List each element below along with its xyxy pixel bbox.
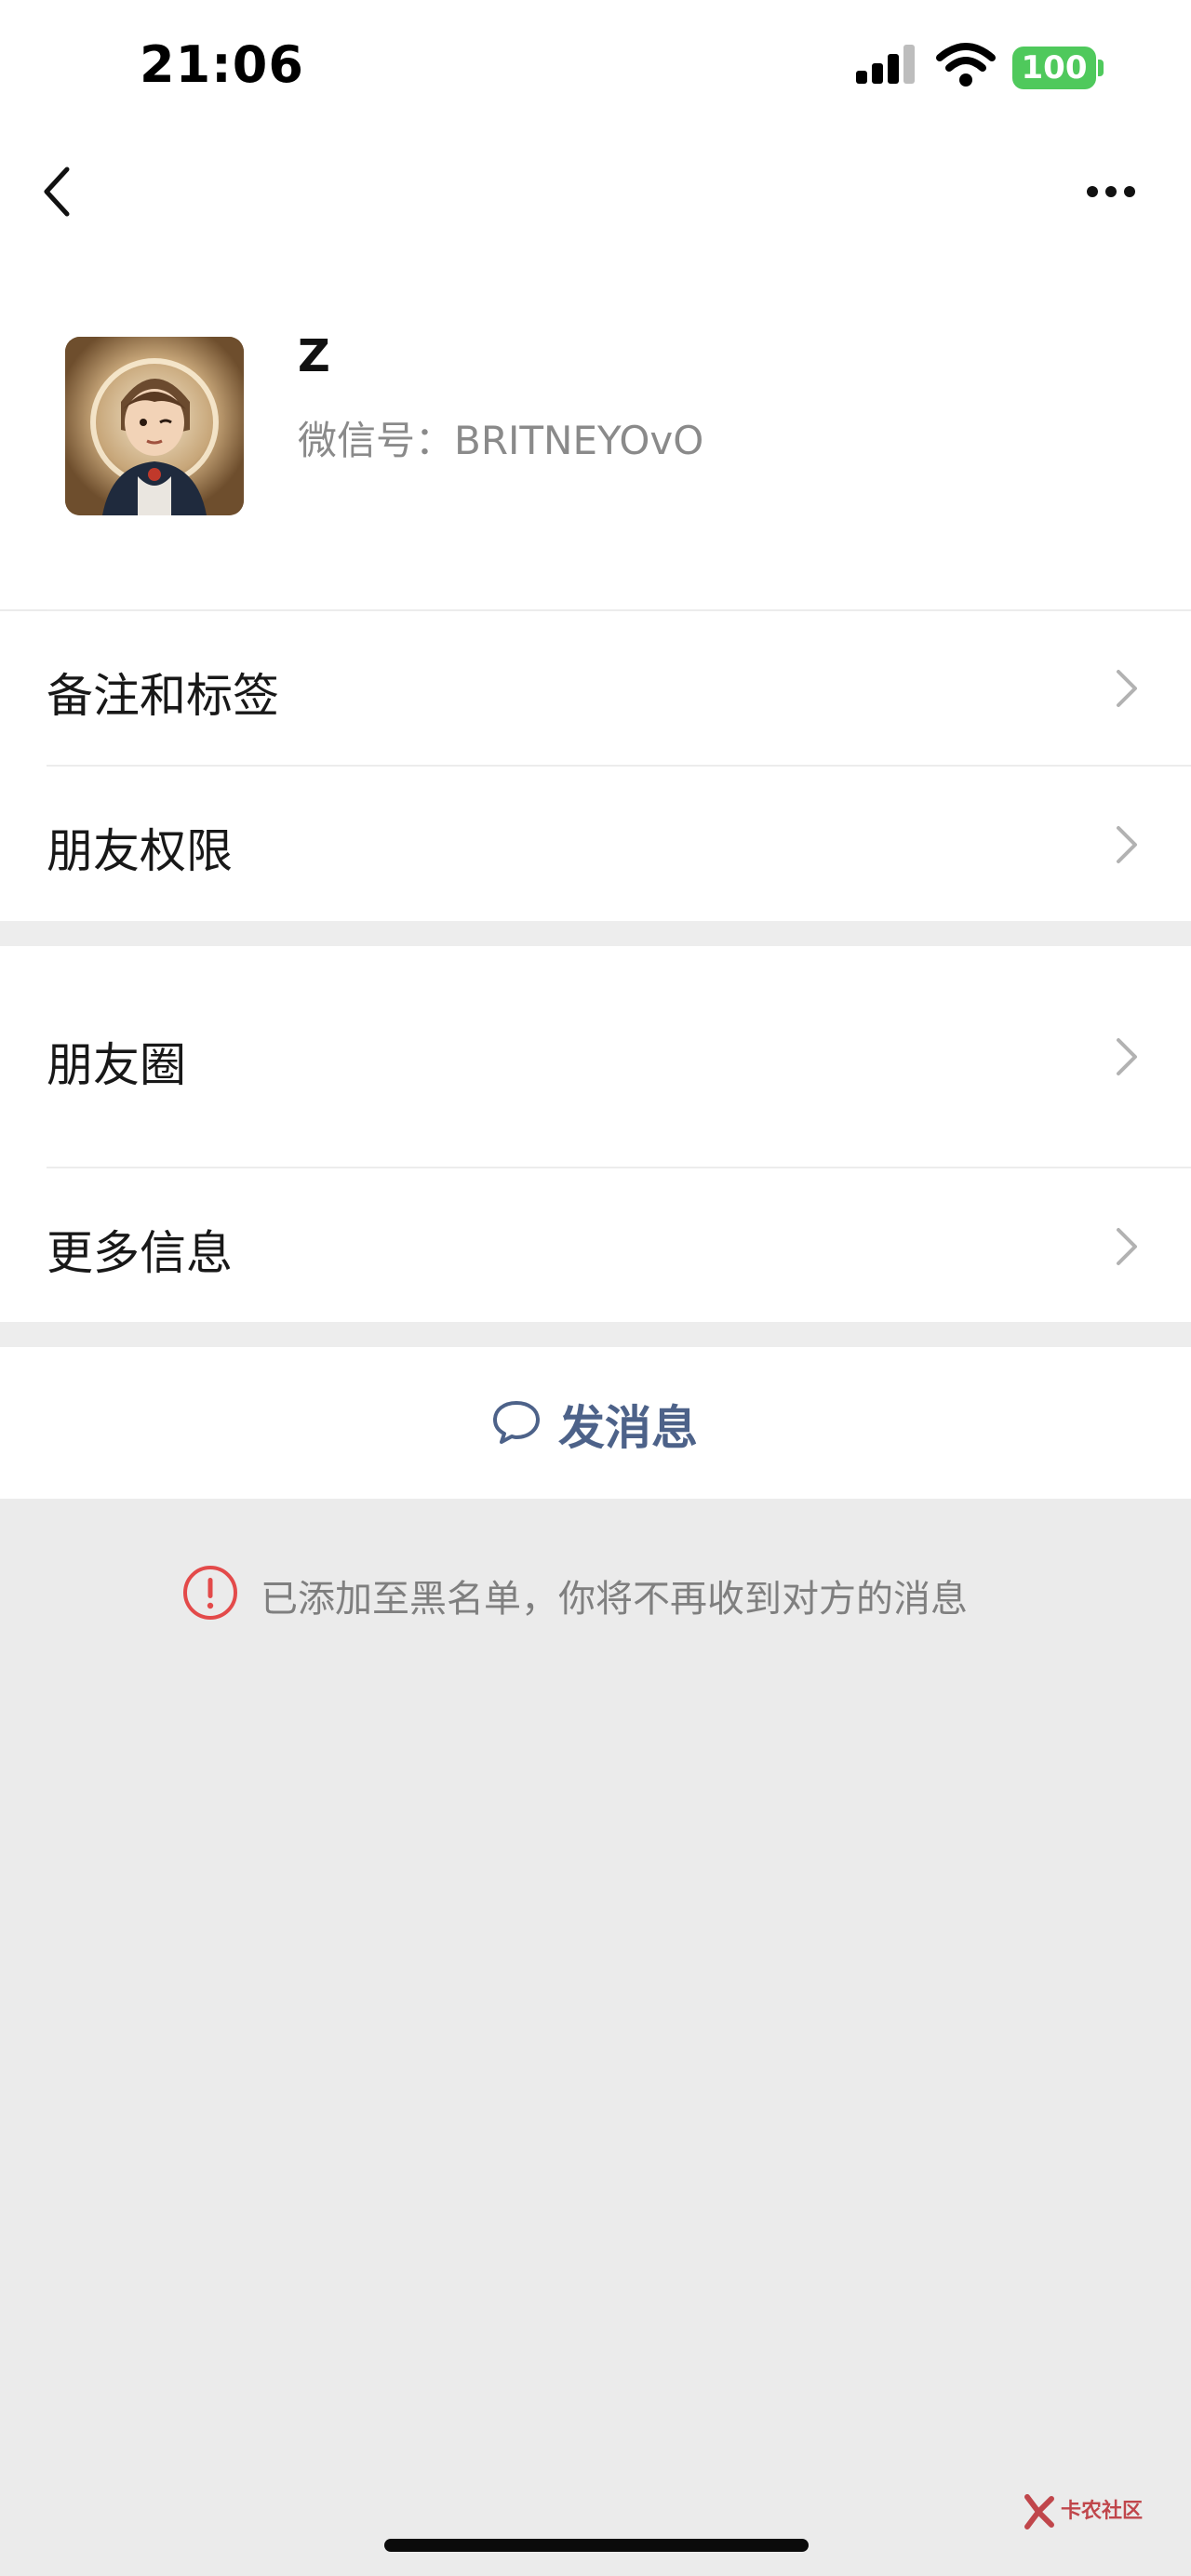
- battery-indicator: 100: [1012, 47, 1096, 89]
- chevron-right-icon: [1117, 1228, 1137, 1265]
- remark-tags-label: 备注和标签: [47, 669, 279, 723]
- status-time: 21:06: [140, 35, 304, 94]
- blacklist-notice: 已添加至黑名单，你将不再收到对方的消息: [261, 1578, 968, 1621]
- avatar-image: [65, 337, 244, 515]
- battery-tip: [1098, 60, 1104, 76]
- chat-bubble-icon: [493, 1401, 540, 1444]
- chevron-right-icon: [1117, 670, 1137, 707]
- warning-icon: [183, 1566, 237, 1620]
- chevron-right-icon: [1117, 826, 1137, 863]
- chevron-right-icon: [1117, 1038, 1137, 1075]
- back-chevron-icon[interactable]: [41, 166, 78, 218]
- watermark-logo-icon: [1024, 2494, 1054, 2529]
- avatar[interactable]: [65, 337, 244, 515]
- section-gap: [0, 921, 1191, 946]
- contact-name: Z: [298, 330, 330, 382]
- section-gap: [0, 1322, 1191, 1347]
- nav-bar: [0, 140, 1191, 251]
- cellular-signal-icon: [856, 45, 915, 84]
- send-message-label: 发消息: [558, 1401, 698, 1455]
- more-options-icon[interactable]: [1085, 184, 1137, 199]
- wifi-icon: [936, 43, 996, 87]
- home-indicator: [384, 2539, 809, 2552]
- moments-label: 朋友圈: [47, 1038, 186, 1092]
- watermark-text: 卡农社区: [1061, 2500, 1144, 2523]
- more-info-label: 更多信息: [47, 1226, 233, 1280]
- friend-permissions-label: 朋友权限: [47, 824, 233, 878]
- wechat-id: 微信号：BRITNEYOvO: [298, 418, 704, 463]
